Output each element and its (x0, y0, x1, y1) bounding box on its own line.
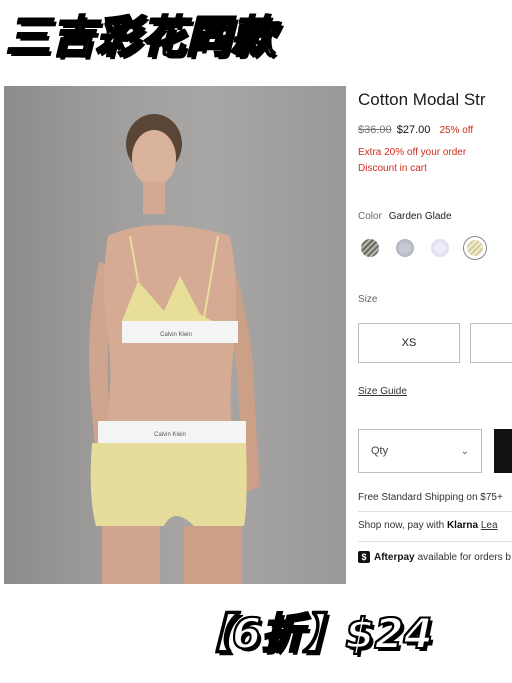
sale-price: $27.00 (396, 124, 431, 136)
promo-subtext: Discount in cart (358, 163, 427, 174)
price-row: $36.00 $27.00 25% off (358, 124, 473, 136)
quantity-placeholder: Qty (371, 445, 389, 457)
divider (358, 511, 512, 512)
swatch-grey-stripe[interactable] (361, 239, 379, 257)
shipping-info: Free Standard Shipping on $75+ (358, 492, 503, 503)
klarna-logo: Klarna (446, 520, 479, 531)
afterpay-text: available for orders b (417, 551, 511, 563)
bra-band-logo: Calvin Klein (160, 332, 192, 338)
size-label: Size (358, 294, 378, 305)
promo-text: Extra 20% off your order (358, 147, 467, 158)
product-detail-panel: Cotton Modal Str $36.00 $27.00 25% off E… (358, 86, 512, 584)
product-photo[interactable]: Calvin Klein Calvin Klein (4, 86, 346, 584)
afterpay-info: $ Afterpay available for orders b (358, 551, 511, 563)
klarna-info: Shop now, pay with Klarna Lea (358, 520, 498, 531)
original-price: $36.00 (358, 124, 392, 136)
klarna-prefix: Shop now, pay with (358, 520, 445, 531)
divider (358, 541, 512, 542)
afterpay-icon: $ (358, 551, 370, 563)
quantity-select[interactable]: Qty ⌄ (358, 429, 482, 473)
size-guide-link[interactable]: Size Guide (358, 386, 407, 397)
swatch-lavender-grey[interactable] (396, 239, 414, 257)
color-value: Garden Glade (388, 211, 452, 222)
add-to-bag-button[interactable] (494, 429, 512, 473)
size-option-xs[interactable]: XS (358, 323, 460, 363)
color-label: Color (358, 211, 382, 222)
discount-badge: 25% off (439, 125, 474, 136)
size-option-next[interactable] (470, 323, 512, 363)
swatch-light-lilac[interactable] (431, 239, 449, 257)
price-banner: 【6折】$24 (189, 608, 434, 659)
color-row: Color Garden Glade (358, 211, 452, 222)
swatch-garden-glade-selected[interactable] (463, 236, 487, 260)
shorts-band-logo: Calvin Klein (154, 432, 186, 438)
afterpay-logo: Afterpay (374, 551, 415, 563)
chevron-down-icon: ⌄ (460, 445, 469, 457)
promo-banner-title: 三吉彩花同款 (5, 11, 276, 64)
product-title: Cotton Modal Str (358, 90, 486, 109)
model-illustration: Calvin Klein Calvin Klein (89, 114, 260, 584)
klarna-learn-link[interactable]: Lea (481, 520, 498, 531)
